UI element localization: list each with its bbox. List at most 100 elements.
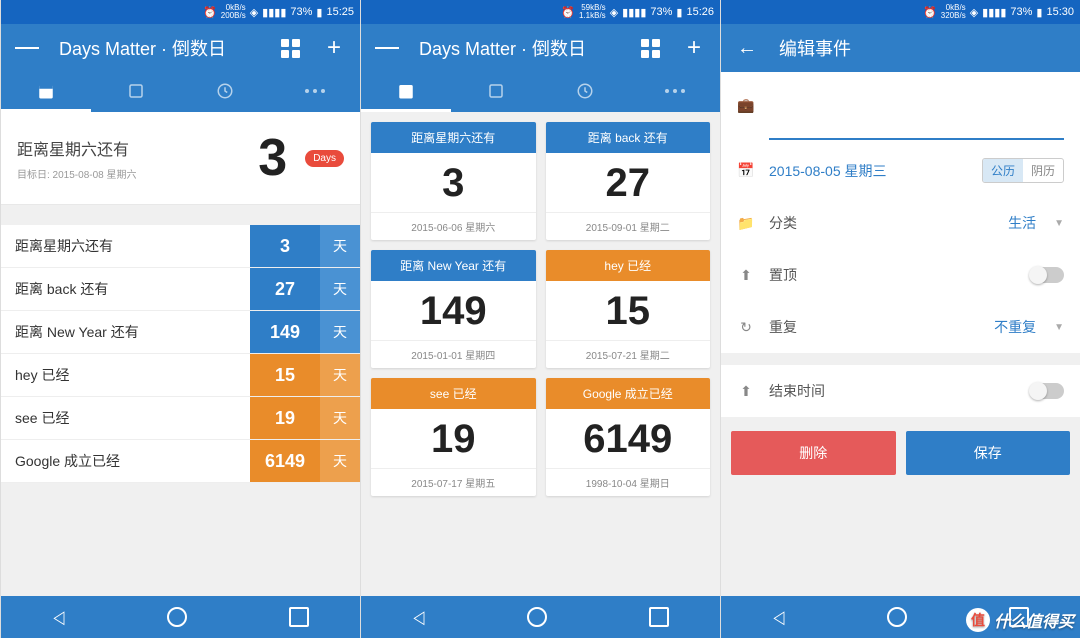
add-icon[interactable]: + [682,36,706,60]
card-head: Google 成立已经 [546,378,711,409]
list-label: 距离星期六还有 [1,225,250,267]
list-label: see 已经 [1,397,250,439]
list-count: 19 [250,397,320,439]
event-card[interactable]: Google 成立已经 6149 1998-10-04 星期日 [546,378,711,496]
wifi-icon: ◈ [250,6,258,19]
event-card[interactable]: 距离 back 还有 27 2015-09-01 星期二 [546,122,711,240]
list-label: Google 成立已经 [1,440,250,482]
list-unit: 天 [320,225,360,267]
date-row[interactable]: 📅 2015-08-05 星期三 公历 阴历 [721,144,1080,197]
event-card[interactable]: see 已经 19 2015-07-17 星期五 [371,378,536,496]
card-count: 149 [371,281,536,340]
nav-home[interactable] [167,607,187,627]
folder-icon: 📁 [737,214,755,232]
event-name-input[interactable] [769,134,1064,140]
list-unit: 天 [320,440,360,482]
card-count: 3 [371,153,536,212]
screen-edit-event: ⏰ 0kB/s320B/s ◈▮▮▮▮ 73%▮ 15:30 ← 编辑事件 💼 … [720,0,1080,638]
card-date: 2015-01-01 星期四 [371,340,536,368]
grid-toggle-icon[interactable] [278,36,302,60]
event-card[interactable]: 距离 New Year 还有 149 2015-01-01 星期四 [371,250,536,368]
list-label: 距离 New Year 还有 [1,311,250,353]
list-count: 15 [250,354,320,396]
end-time-row[interactable]: ⬆ 结束时间 [721,365,1080,417]
card-head: 距离 back 还有 [546,122,711,153]
signal-icon: ▮▮▮▮ [262,6,286,19]
featured-count: 3 [258,128,287,188]
nav-recent[interactable] [289,607,309,627]
nav-back[interactable]: ◁ [53,607,64,628]
menu-icon[interactable] [375,36,399,60]
nav-back[interactable]: ◁ [773,607,784,628]
battery-text: 73% [290,6,312,18]
card-head: 距离 New Year 还有 [371,250,536,281]
tab-list[interactable] [91,72,181,112]
tab-calendar[interactable] [1,72,91,112]
screen-list-view: ⏰ 0kB/s200B/s ◈ ▮▮▮▮ 73% ▮ 15:25 Days Ma… [0,0,360,638]
featured-subtitle: 目标日: 2015-08-08 星期六 [17,166,246,181]
back-icon[interactable]: ← [735,36,759,60]
tab-calendar[interactable] [361,72,451,112]
card-date: 2015-07-21 星期二 [546,340,711,368]
list-item[interactable]: Google 成立已经 6149 天 [1,440,360,483]
repeat-row[interactable]: ↻ 重复 不重复▼ [721,301,1080,353]
pin-row[interactable]: ⬆ 置顶 [721,249,1080,301]
list-item[interactable]: see 已经 19 天 [1,397,360,440]
tab-clock[interactable] [181,72,271,112]
card-head: see 已经 [371,378,536,409]
list-item[interactable]: 距离 New Year 还有 149 天 [1,311,360,354]
list-unit: 天 [320,268,360,310]
watermark: 值 什么值得买 [966,608,1074,632]
save-button[interactable]: 保存 [906,431,1071,475]
end-switch[interactable] [1030,383,1064,399]
alarm-icon: ⏰ [561,6,575,19]
list-count: 27 [250,268,320,310]
event-card[interactable]: hey 已经 15 2015-07-21 星期二 [546,250,711,368]
list-item[interactable]: 距离 back 还有 27 天 [1,268,360,311]
delete-button[interactable]: 删除 [731,431,896,475]
card-date: 2015-06-06 星期六 [371,212,536,240]
featured-title: 距离星期六还有 [17,136,246,160]
add-icon[interactable]: + [322,36,346,60]
repeat-icon: ↻ [737,318,755,336]
event-card[interactable]: 距离星期六还有 3 2015-06-06 星期六 [371,122,536,240]
tab-more[interactable] [270,72,360,112]
calendar-type-toggle[interactable]: 公历 阴历 [982,158,1064,183]
tab-clock[interactable] [541,72,631,112]
status-bar: ⏰ 59kB/s1.1kB/s ◈▮▮▮▮ 73%▮ 15:26 [361,0,720,24]
tab-bar [1,72,360,112]
list-label: hey 已经 [1,354,250,396]
tab-list[interactable] [451,72,541,112]
date-value: 2015-08-05 星期三 [769,161,968,181]
briefcase-icon: 💼 [737,96,755,114]
list-item[interactable]: hey 已经 15 天 [1,354,360,397]
list-count: 3 [250,225,320,267]
card-count: 6149 [546,409,711,468]
app-title: Days Matter · 倒数日 [419,35,618,61]
list-count: 6149 [250,440,320,482]
app-title: Days Matter · 倒数日 [59,35,258,61]
menu-icon[interactable] [15,36,39,60]
event-list: 距离星期六还有 3 天距离 back 还有 27 天距离 New Year 还有… [1,225,360,483]
tab-more[interactable] [630,72,720,112]
grid-toggle-icon[interactable] [638,36,662,60]
nav-home[interactable] [887,607,907,627]
end-icon: ⬆ [737,382,755,400]
list-count: 149 [250,311,320,353]
card-date: 1998-10-04 星期日 [546,468,711,496]
category-row[interactable]: 📁 分类 生活▼ [721,197,1080,249]
card-head: hey 已经 [546,250,711,281]
list-item[interactable]: 距离星期六还有 3 天 [1,225,360,268]
nav-home[interactable] [527,607,547,627]
pin-switch[interactable] [1030,267,1064,283]
battery-icon: ▮ [316,6,322,19]
featured-event[interactable]: 距离星期六还有 目标日: 2015-08-08 星期六 3 Days [1,112,360,205]
app-bar: Days Matter · 倒数日 + [1,24,360,72]
list-unit: 天 [320,311,360,353]
clock-text: 15:25 [326,6,354,18]
nav-recent[interactable] [649,607,669,627]
android-nav-bar: ◁ [1,596,360,638]
card-head: 距离星期六还有 [371,122,536,153]
days-badge: Days [305,150,344,167]
nav-back[interactable]: ◁ [413,607,424,628]
